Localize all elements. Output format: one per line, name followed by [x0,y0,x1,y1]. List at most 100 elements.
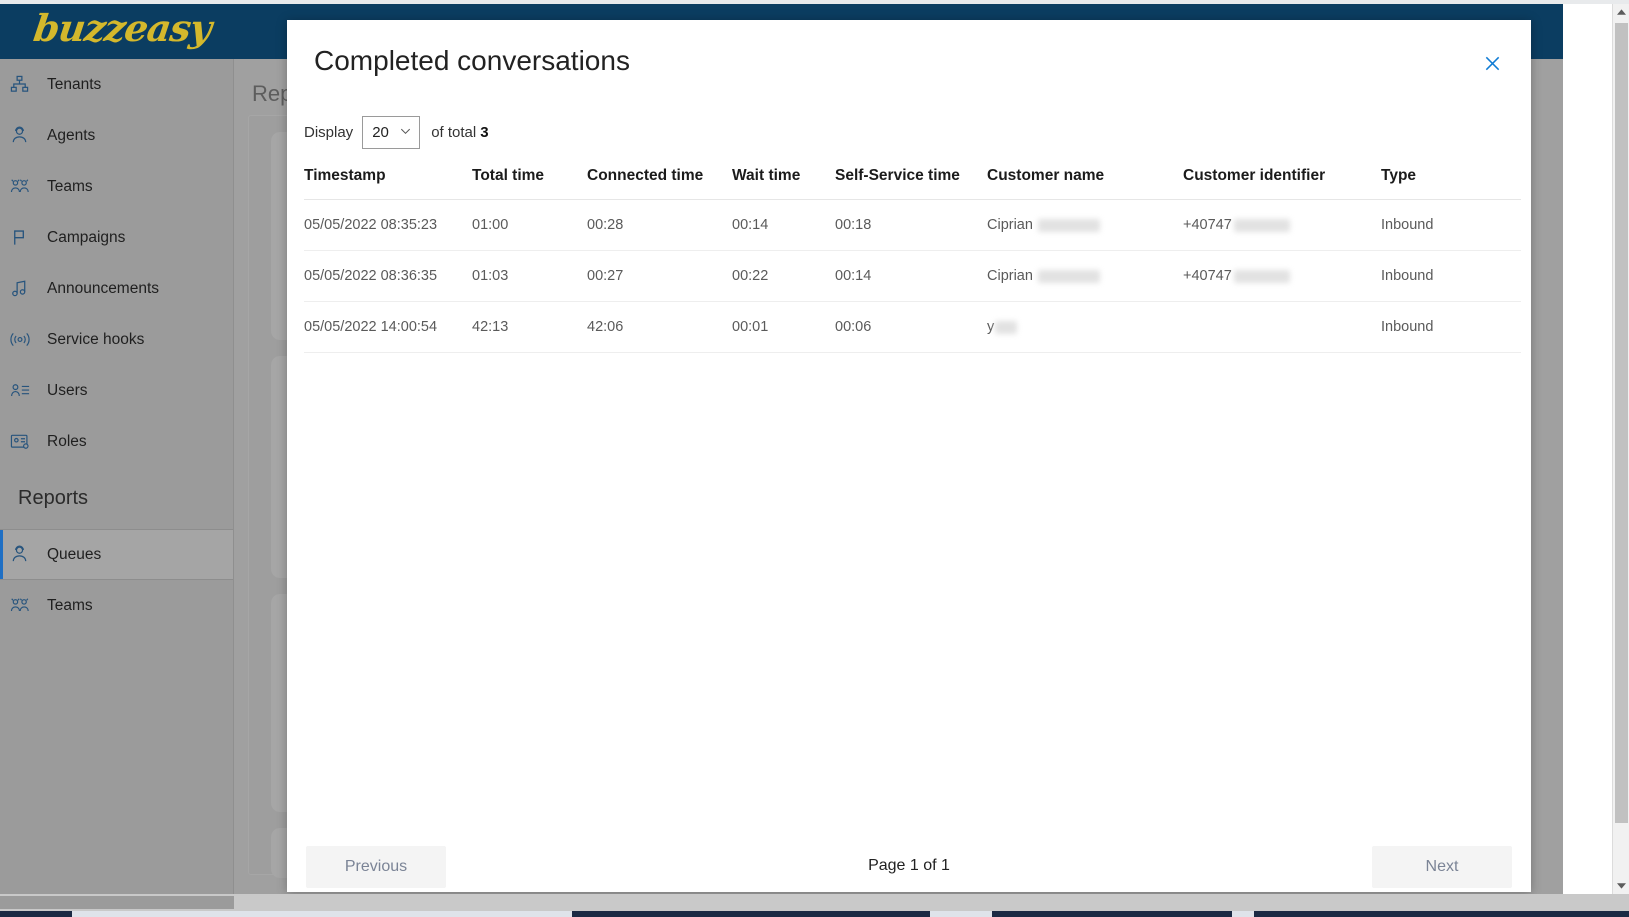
user-list-icon [10,381,42,400]
sidebar-item-label: Users [47,381,88,399]
sidebar-item-label: Announcements [47,279,160,297]
completed-conversations-dialog: Completed conversations Display 20 of to… [287,20,1531,892]
cell-customer-name: Ciprian [987,250,1183,302]
cell-connected-time: 00:27 [587,250,732,302]
cell-customer-identifier: +40747 [1183,199,1381,251]
broadcast-icon [10,330,42,349]
music-note-icon [10,279,42,298]
column-header-wait-time[interactable]: Wait time [732,157,835,200]
sidebar-item-label: Teams [47,177,93,195]
cell-customer-identifier: +40747 [1183,250,1381,302]
id-card-settings-icon [10,432,42,451]
previous-page-button[interactable]: Previous [306,846,446,888]
sidebar-item-label: Roles [47,432,87,450]
column-header-customer-name[interactable]: Customer name [987,157,1183,200]
column-header-type[interactable]: Type [1381,157,1521,200]
sidebar-item-label: Agents [47,126,96,144]
vertical-scrollbar[interactable] [1612,4,1629,894]
cell-type: Inbound [1381,199,1521,251]
sidebar-item-teams[interactable]: Teams [0,161,233,212]
scroll-up-arrow-icon[interactable] [1613,4,1629,21]
chevron-down-icon [399,124,412,141]
redaction-block [1233,269,1290,283]
cell-wait-time: 00:14 [732,199,835,251]
cell-timestamp: 05/05/2022 08:36:35 [304,250,472,302]
flag-icon [10,228,42,247]
sidebar-item-agents[interactable]: Agents [0,110,233,161]
org-chart-icon [10,75,42,94]
people-group-icon [10,177,42,196]
conversations-table-wrapper: Timestamp Total time Connected time Wait… [304,157,1521,353]
column-header-timestamp[interactable]: Timestamp [304,157,472,200]
dialog-title: Completed conversations [314,45,630,76]
column-header-total-time[interactable]: Total time [472,157,587,200]
cell-type: Inbound [1381,301,1521,353]
table-header-row: Timestamp Total time Connected time Wait… [304,157,1521,200]
redaction-block [1037,218,1100,232]
table-header: Timestamp Total time Connected time Wait… [304,157,1521,200]
sidebar-item-campaigns[interactable]: Campaigns [0,212,233,263]
table-row[interactable]: 05/05/2022 08:36:35 01:03 00:27 00:22 00… [304,250,1521,302]
sidebar-item-users[interactable]: Users [0,365,233,416]
column-header-self-service-time[interactable]: Self-Service time [835,157,987,200]
cell-timestamp: 05/05/2022 14:00:54 [304,301,472,353]
cell-self-service-time: 00:18 [835,199,987,251]
sidebar-item-tenants[interactable]: Tenants [0,59,233,110]
sidebar-navigation: Tenants Agents Teams Campaigns Announcem… [0,59,234,894]
sidebar-item-report-teams[interactable]: Teams [0,580,233,631]
column-header-connected-time[interactable]: Connected time [587,157,732,200]
cell-customer-identifier [1183,301,1381,353]
total-count: 3 [480,124,489,141]
taskbar-segment [930,911,992,917]
agent-headset-icon [10,545,42,564]
sidebar-item-label: Service hooks [47,330,145,348]
sidebar-section-reports: Reports [18,486,89,509]
sidebar-item-label: Tenants [47,75,102,93]
cell-type: Inbound [1381,250,1521,302]
sidebar-item-announcements[interactable]: Announcements [0,263,233,314]
table-row[interactable]: 05/05/2022 08:35:23 01:00 00:28 00:14 00… [304,199,1521,251]
cell-timestamp: 05/05/2022 08:35:23 [304,199,472,251]
sidebar-item-label: Campaigns [47,228,126,246]
people-group-icon [10,596,42,615]
cell-self-service-time: 00:14 [835,250,987,302]
redaction-block [1037,269,1100,283]
scroll-down-arrow-icon[interactable] [1613,877,1629,894]
cell-wait-time: 00:01 [732,301,835,353]
scrollbar-thumb[interactable] [1615,23,1628,823]
page-size-value: 20 [372,124,389,141]
display-label: Display [304,124,354,141]
cell-total-time: 42:13 [472,301,587,353]
page-size-select[interactable]: 20 [362,116,421,149]
cell-wait-time: 00:22 [732,250,835,302]
dialog-footer: Previous Page 1 of 1 Next [287,840,1531,892]
sidebar-item-label: Queues [47,545,102,563]
close-icon[interactable] [1475,46,1509,80]
horizontal-scrollbar[interactable] [0,894,1629,911]
cell-total-time: 01:03 [472,250,587,302]
cell-customer-name: y [987,301,1183,353]
page-indicator: Page 1 of 1 [868,857,950,874]
cell-connected-time: 42:06 [587,301,732,353]
buzzeasy-logo[interactable]: buzzeasy [31,6,214,50]
redaction-block [995,320,1018,334]
horizontal-scrollbar-thumb[interactable] [0,896,234,909]
application-window: buzzeasy Tenants Agents Teams Campaigns … [0,0,1629,917]
taskbar-segment [72,911,572,917]
cell-total-time: 01:00 [472,199,587,251]
cell-self-service-time: 00:06 [835,301,987,353]
display-count-control: Display 20 of total 3 [304,116,489,149]
conversations-table: Timestamp Total time Connected time Wait… [304,157,1521,353]
redaction-block [1233,218,1290,232]
agent-headset-icon [10,126,42,145]
of-total-label: of total [431,124,477,141]
table-row[interactable]: 05/05/2022 14:00:54 42:13 42:06 00:01 00… [304,301,1521,353]
sidebar-item-roles[interactable]: Roles [0,416,233,467]
column-header-customer-identifier[interactable]: Customer identifier [1183,157,1381,200]
sidebar-item-service-hooks[interactable]: Service hooks [0,314,233,365]
sidebar-item-queues[interactable]: Queues [0,529,233,580]
cell-connected-time: 00:28 [587,199,732,251]
cell-customer-name: Ciprian [987,199,1183,251]
next-page-button[interactable]: Next [1372,846,1512,888]
taskbar [0,911,1629,917]
